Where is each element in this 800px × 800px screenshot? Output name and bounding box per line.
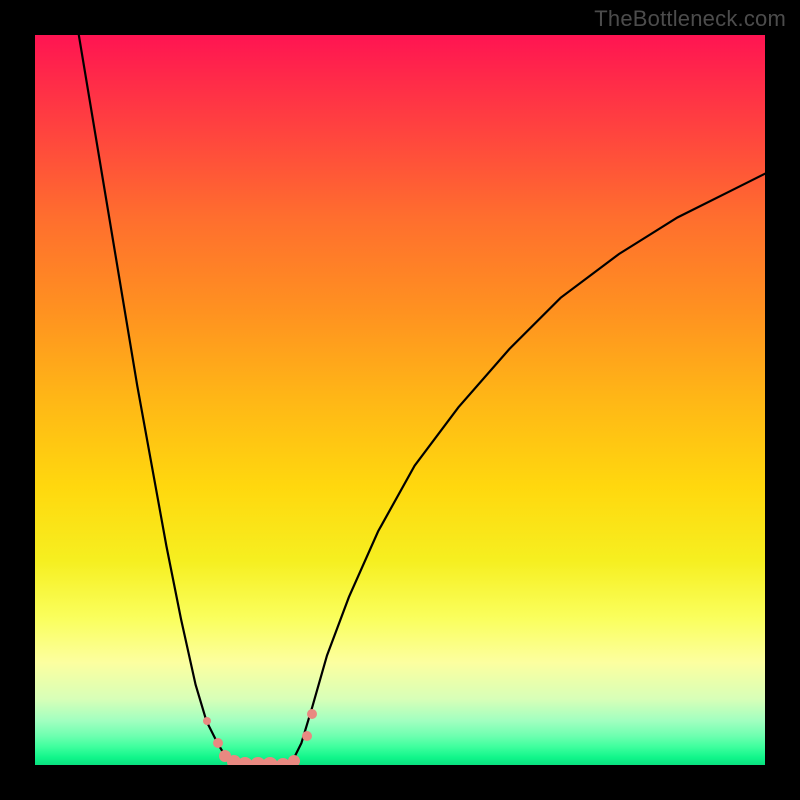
bottleneck-curve (79, 35, 765, 765)
data-point (288, 755, 300, 765)
chart-frame: TheBottleneck.com (0, 0, 800, 800)
plot-area (35, 35, 765, 765)
data-point (203, 717, 211, 725)
data-point (302, 731, 312, 741)
data-point (307, 709, 317, 719)
curve-layer (35, 35, 765, 765)
watermark-text: TheBottleneck.com (594, 6, 786, 32)
data-point (213, 738, 223, 748)
